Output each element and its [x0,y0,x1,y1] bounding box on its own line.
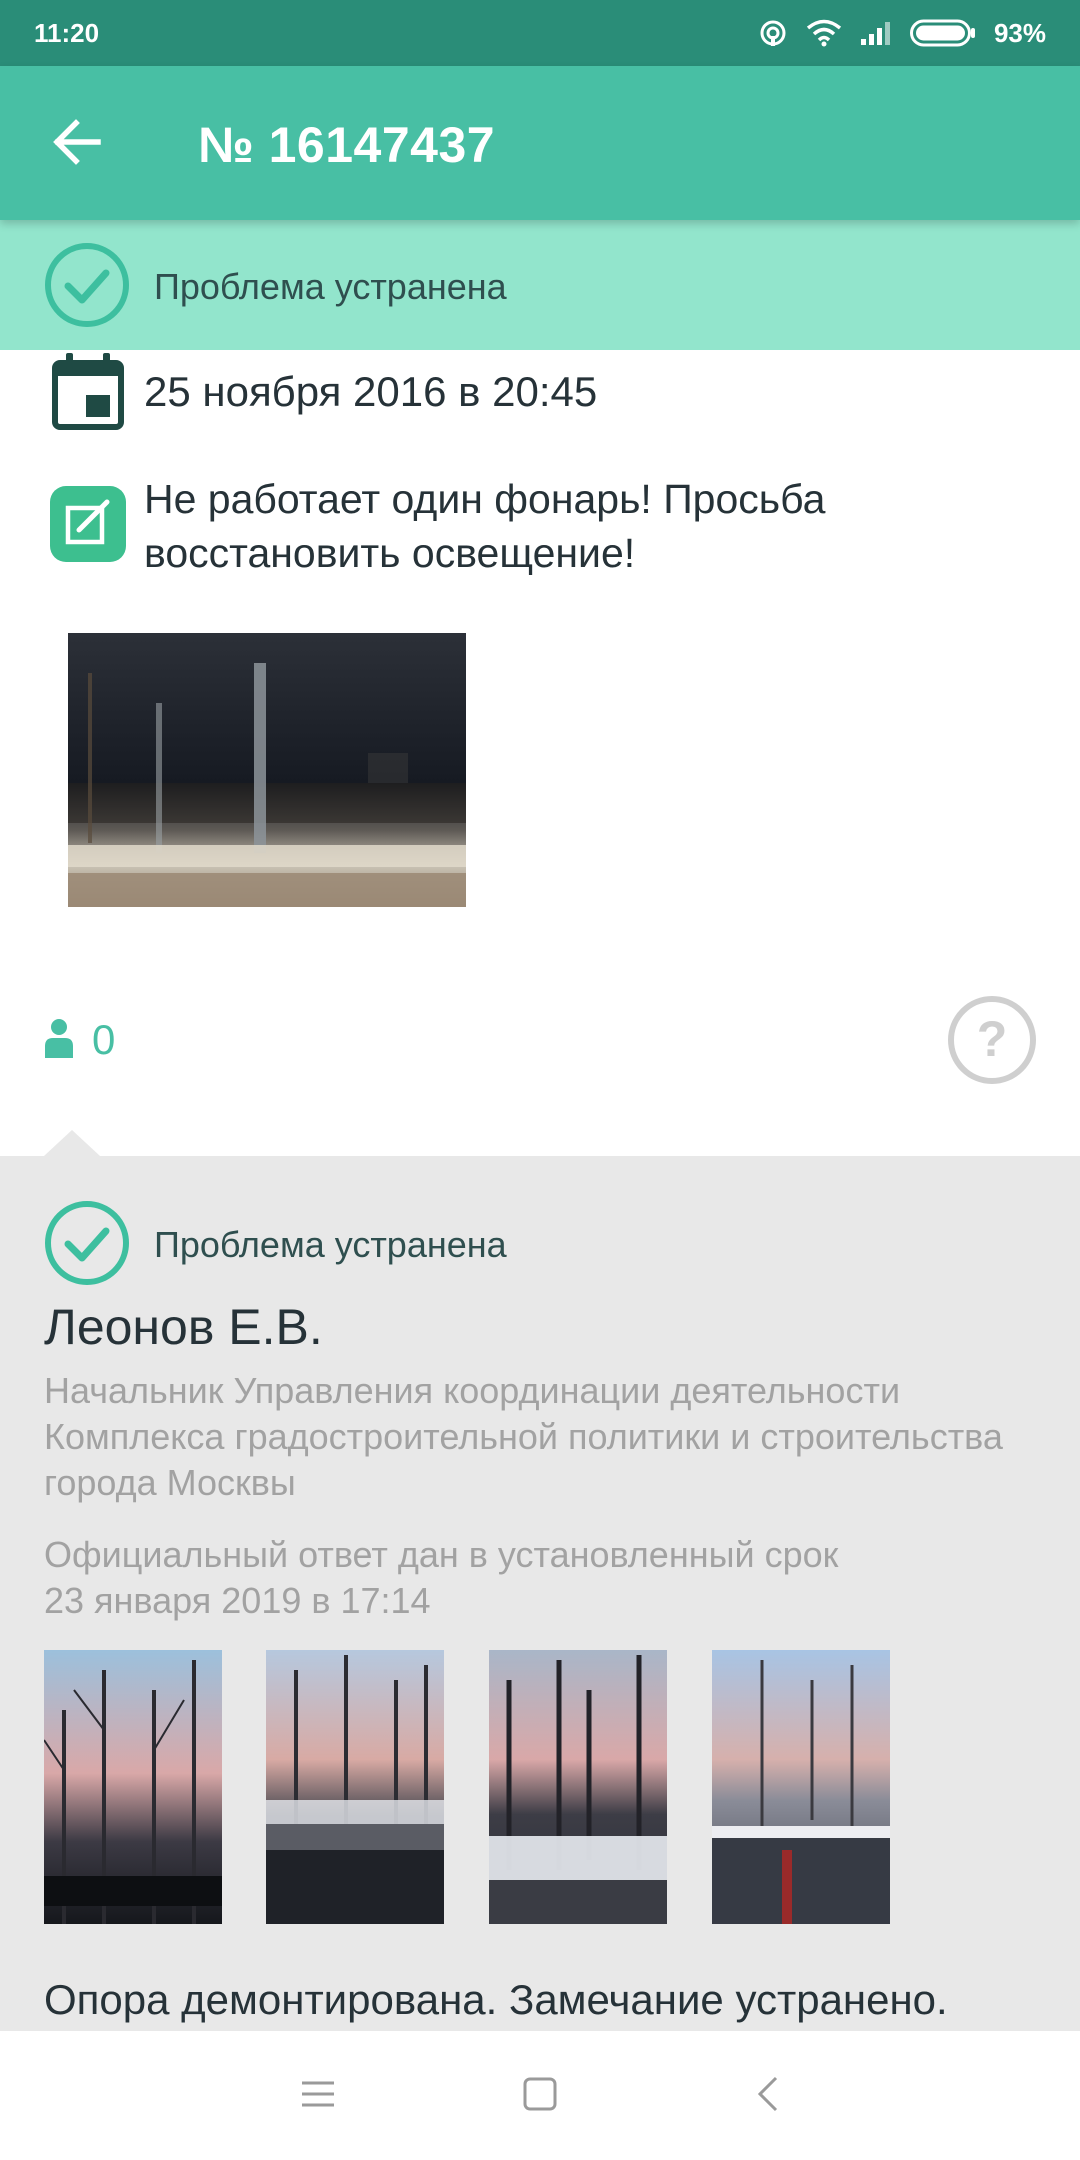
nav-menu-button[interactable] [287,2065,349,2127]
page-title: № 16147437 [198,117,496,173]
status-banner: Проблема устранена [0,220,1080,350]
official-position: Начальник Управления координации деятель… [44,1370,1003,1503]
response-photo-3[interactable] [489,1650,667,1924]
issue-description: Не работает один фонарь! Просьба восстан… [144,476,826,576]
back-button[interactable] [46,113,108,175]
battery-icon [909,19,976,47]
status-bar: 11:20 93% [0,0,1080,66]
official-response: Проблема устранена Леонов Е.В. Начальник… [0,1156,1080,2031]
battery-percent: 93% [993,17,1046,48]
response-notch [44,1130,100,1156]
response-date: 23 января 2019 в 17:14 [44,1580,431,1621]
nav-home-button[interactable] [509,2065,571,2127]
calendar-icon [52,352,124,430]
issue-date: 25 ноября 2016 в 20:45 [144,368,598,415]
help-button[interactable]: ? [946,994,1038,1086]
response-photo-1[interactable] [44,1650,222,1924]
home-icon [523,2077,557,2116]
menu-icon [301,2080,335,2113]
response-status: Проблема устранена [154,1224,507,1265]
person-icon [44,1018,74,1058]
response-photo-4[interactable] [712,1650,890,1924]
question-circle-icon: ? [946,996,1038,1090]
nav-back-button[interactable] [737,2065,799,2127]
signal-icon [860,21,892,45]
status-banner-text: Проблема устранена [154,266,507,307]
response-comment: Опора демонтирована. Замечание устранено… [44,1976,948,2023]
status-time: 11:20 [34,17,100,48]
official-name: Леонов Е.В. [44,1299,323,1355]
wifi-icon [806,19,842,47]
issue-photo[interactable] [68,633,466,907]
response-photo-2[interactable] [266,1650,444,1924]
svg-text:?: ? [977,1011,1008,1067]
check-circle-icon [44,1200,130,1286]
response-meta: Официальный ответ дан в установленный ср… [44,1532,1044,1624]
back-icon [757,2076,779,2117]
response-note: Официальный ответ дан в установленный ср… [44,1534,839,1575]
status-icons: 93% [758,18,1046,49]
app-bar: № 16147437 [0,66,1080,220]
supporters-count[interactable]: 0 [92,1016,115,1064]
hotspot-icon [758,18,788,48]
system-nav-bar [0,2031,1080,2160]
arrow-left-icon [52,118,102,170]
check-circle-icon [44,242,130,328]
edit-icon [50,486,126,562]
